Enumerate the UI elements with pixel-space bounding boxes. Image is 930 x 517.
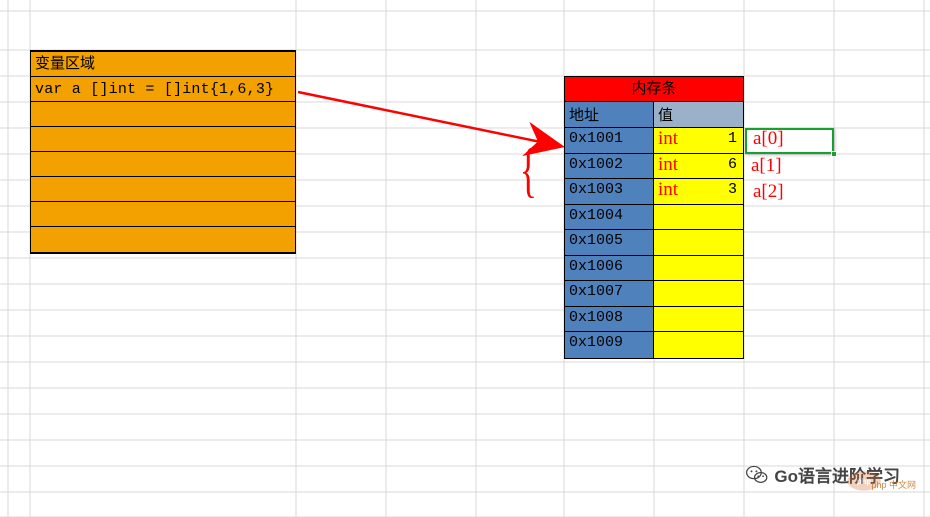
memory-val [654,205,743,230]
memory-addr: 0x1001 [565,128,654,153]
variable-area-empty-row [31,202,295,227]
memory-addr: 0x1005 [565,230,654,255]
selection-handle[interactable] [831,151,837,157]
memory-val-text: 1 [728,130,737,147]
memory-addr: 0x1007 [565,281,654,306]
variable-area-empty-row [31,152,295,177]
memory-row: 0x1008 [565,307,743,333]
memory-row: 0x1003 int 3 [565,179,743,205]
memory-header-row: 地址 值 [565,102,743,128]
memory-header-val: 值 [654,102,743,127]
memory-val-text: 3 [728,181,737,198]
variable-area-empty-row [31,177,295,202]
wechat-icon [746,464,768,486]
memory-val [654,281,743,306]
type-overlay: int [658,154,678,176]
memory-val-text: 6 [728,156,737,173]
memory-val [654,332,743,358]
watermark-text: php 中文网 [871,478,916,491]
variable-area-code: var a []int = []int{1,6,3} [31,77,295,102]
memory-val [654,230,743,255]
index-label-a1: a[1] [751,155,782,177]
memory-row: 0x1001 int 1 [565,128,743,154]
memory-header-addr: 地址 [565,102,654,127]
memory-row: 0x1005 [565,230,743,256]
variable-area-title: 变量区域 [31,52,295,77]
variable-area-empty-row [31,227,295,252]
variable-area-empty-row [31,127,295,152]
memory-addr: 0x1006 [565,256,654,281]
memory-val [654,307,743,332]
memory-table: 内存条 地址 值 0x1001 int 1 0x1002 int 6 0x100… [564,76,744,359]
memory-title: 内存条 [565,77,743,102]
memory-row: 0x1009 [565,332,743,358]
memory-addr: 0x1003 [565,179,654,204]
brace-icon: { [520,140,537,200]
memory-addr: 0x1002 [565,154,654,179]
memory-val: int 1 [654,128,743,153]
memory-row: 0x1006 [565,256,743,282]
type-overlay: int [658,179,678,201]
variable-area-box: 变量区域 var a []int = []int{1,6,3} [30,50,296,254]
memory-val: int 3 [654,179,743,204]
index-label-a2: a[2] [753,181,784,203]
memory-row: 0x1002 int 6 [565,154,743,180]
memory-val: int 6 [654,154,743,179]
memory-addr: 0x1009 [565,332,654,358]
memory-row: 0x1007 [565,281,743,307]
type-overlay: int [658,128,678,150]
memory-row: 0x1004 [565,205,743,231]
variable-area-empty-row [31,102,295,127]
svg-text:php: php [857,477,872,486]
memory-val [654,256,743,281]
memory-addr: 0x1008 [565,307,654,332]
memory-addr: 0x1004 [565,205,654,230]
index-label-a0: a[0] [753,128,784,150]
